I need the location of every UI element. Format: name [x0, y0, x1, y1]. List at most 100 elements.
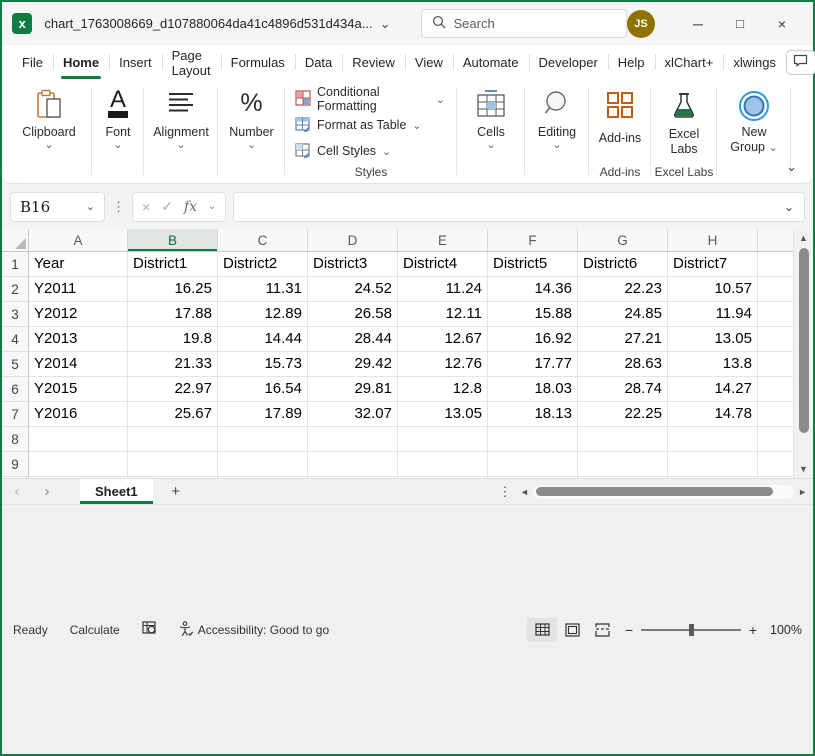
name-box[interactable]: B16 ⌄ — [10, 192, 105, 222]
cell-G2[interactable]: 22.23 — [578, 277, 668, 302]
insert-function-icon[interactable]: fx — [184, 199, 197, 215]
cell-F3[interactable]: 15.88 — [488, 302, 578, 327]
row-header-9[interactable]: 9 — [2, 452, 29, 477]
cell-H9[interactable] — [668, 452, 758, 477]
cell-B4[interactable]: 19.8 — [128, 327, 218, 352]
cell-E10[interactable] — [398, 477, 488, 478]
row-header-8[interactable]: 8 — [2, 427, 29, 452]
cell-E9[interactable] — [398, 452, 488, 477]
page-break-view-button[interactable] — [587, 618, 617, 642]
cell-C3[interactable]: 12.89 — [218, 302, 308, 327]
vertical-scroll-thumb[interactable] — [799, 248, 809, 433]
title-chevron-down-icon[interactable]: ⌄ — [380, 16, 391, 32]
col-header-H[interactable]: H — [668, 229, 758, 251]
cell-B5[interactable]: 21.33 — [128, 352, 218, 377]
cell-E8[interactable] — [398, 427, 488, 452]
font-group[interactable]: A Font ⌄ — [92, 80, 144, 183]
cell-B9[interactable] — [128, 452, 218, 477]
scroll-right-icon[interactable]: ► — [798, 487, 807, 497]
tab-review[interactable]: Review — [342, 45, 405, 80]
cell-B10[interactable] — [128, 477, 218, 478]
cell-F10[interactable] — [488, 477, 578, 478]
cell-D5[interactable]: 29.42 — [308, 352, 398, 377]
cell-E1[interactable]: District4 — [398, 252, 488, 277]
new-sheet-plus-icon[interactable]: + — [153, 479, 199, 504]
row-header-10[interactable]: 10 — [2, 477, 29, 478]
col-header-E[interactable]: E — [398, 229, 488, 251]
cells-group[interactable]: Cells ⌄ — [457, 80, 525, 183]
row-header-4[interactable]: 4 — [2, 327, 29, 352]
row-header-1[interactable]: 1 — [2, 252, 29, 277]
cell-F6[interactable]: 18.03 — [488, 377, 578, 402]
horizontal-scroll-thumb[interactable] — [536, 487, 773, 496]
cell-A10[interactable] — [29, 477, 128, 478]
cell-G7[interactable]: 22.25 — [578, 402, 668, 427]
col-header-F[interactable]: F — [488, 229, 578, 251]
tab-formulas[interactable]: Formulas — [221, 45, 295, 80]
cell-B2[interactable]: 16.25 — [128, 277, 218, 302]
horizontal-scroll-track[interactable] — [533, 485, 794, 499]
tab-automate[interactable]: Automate — [453, 45, 529, 80]
zoom-level[interactable]: 100% — [765, 623, 813, 637]
scroll-left-icon[interactable]: ◄ — [520, 487, 529, 497]
cell-C8[interactable] — [218, 427, 308, 452]
cell-C6[interactable]: 16.54 — [218, 377, 308, 402]
editing-group[interactable]: Editing ⌄ — [525, 80, 589, 183]
cell-F5[interactable]: 17.77 — [488, 352, 578, 377]
cell-C2[interactable]: 11.31 — [218, 277, 308, 302]
cell-C5[interactable]: 15.73 — [218, 352, 308, 377]
cell-F8[interactable] — [488, 427, 578, 452]
alignment-group[interactable]: Alignment ⌄ — [144, 80, 218, 183]
tab-view[interactable]: View — [405, 45, 453, 80]
cell-D9[interactable] — [308, 452, 398, 477]
cell-G4[interactable]: 27.21 — [578, 327, 668, 352]
cell-D2[interactable]: 24.52 — [308, 277, 398, 302]
cell-A1[interactable]: Year — [29, 252, 128, 277]
cell-D6[interactable]: 29.81 — [308, 377, 398, 402]
select-all-corner[interactable] — [2, 229, 29, 251]
zoom-slider-handle[interactable] — [689, 624, 694, 636]
cell-D7[interactable]: 32.07 — [308, 402, 398, 427]
cell-D3[interactable]: 26.58 — [308, 302, 398, 327]
cell-E2[interactable]: 11.24 — [398, 277, 488, 302]
cell-A5[interactable]: Y2014 — [29, 352, 128, 377]
row-header-2[interactable]: 2 — [2, 277, 29, 302]
cell-C4[interactable]: 14.44 — [218, 327, 308, 352]
clipboard-group[interactable]: Clipboard ⌄ — [6, 80, 92, 183]
cell-B1[interactable]: District1 — [128, 252, 218, 277]
user-avatar[interactable]: JS — [627, 10, 655, 38]
cell-A2[interactable]: Y2011 — [29, 277, 128, 302]
cell-H6[interactable]: 14.27 — [668, 377, 758, 402]
cell-A8[interactable] — [29, 427, 128, 452]
cell-C9[interactable] — [218, 452, 308, 477]
macro-record-button[interactable] — [131, 621, 168, 638]
cell-G9[interactable] — [578, 452, 668, 477]
row-header-7[interactable]: 7 — [2, 402, 29, 427]
normal-view-button[interactable] — [527, 618, 557, 642]
col-header-C[interactable]: C — [218, 229, 308, 251]
prev-sheet-icon[interactable]: ‹ — [2, 479, 32, 504]
row-header-3[interactable]: 3 — [2, 302, 29, 327]
cell-A3[interactable]: Y2012 — [29, 302, 128, 327]
cell-H7[interactable]: 14.78 — [668, 402, 758, 427]
format-as-table-button[interactable]: Format as Table ⌄ — [295, 112, 422, 138]
expand-formula-bar-chevron-icon[interactable]: ⌄ — [784, 200, 794, 214]
zoom-slider[interactable] — [641, 623, 741, 637]
cell-H1[interactable]: District7 — [668, 252, 758, 277]
col-header-A[interactable]: A — [29, 229, 128, 251]
zoom-out-button[interactable]: − — [617, 622, 641, 638]
cell-styles-button[interactable]: Cell Styles ⌄ — [295, 138, 391, 164]
tab-file[interactable]: File — [12, 45, 53, 80]
cell-H10[interactable] — [668, 477, 758, 478]
cell-B7[interactable]: 25.67 — [128, 402, 218, 427]
cell-F7[interactable]: 18.13 — [488, 402, 578, 427]
cell-A6[interactable]: Y2015 — [29, 377, 128, 402]
cell-E4[interactable]: 12.67 — [398, 327, 488, 352]
excel-labs-group[interactable]: Excel Labs Excel Labs — [651, 80, 717, 183]
sheet-more-dots-icon[interactable]: ⋮ — [492, 479, 518, 504]
next-sheet-icon[interactable]: › — [32, 479, 62, 504]
cell-H2[interactable]: 10.57 — [668, 277, 758, 302]
cell-F9[interactable] — [488, 452, 578, 477]
scroll-down-icon[interactable]: ▼ — [794, 460, 813, 478]
cell-H4[interactable]: 13.05 — [668, 327, 758, 352]
